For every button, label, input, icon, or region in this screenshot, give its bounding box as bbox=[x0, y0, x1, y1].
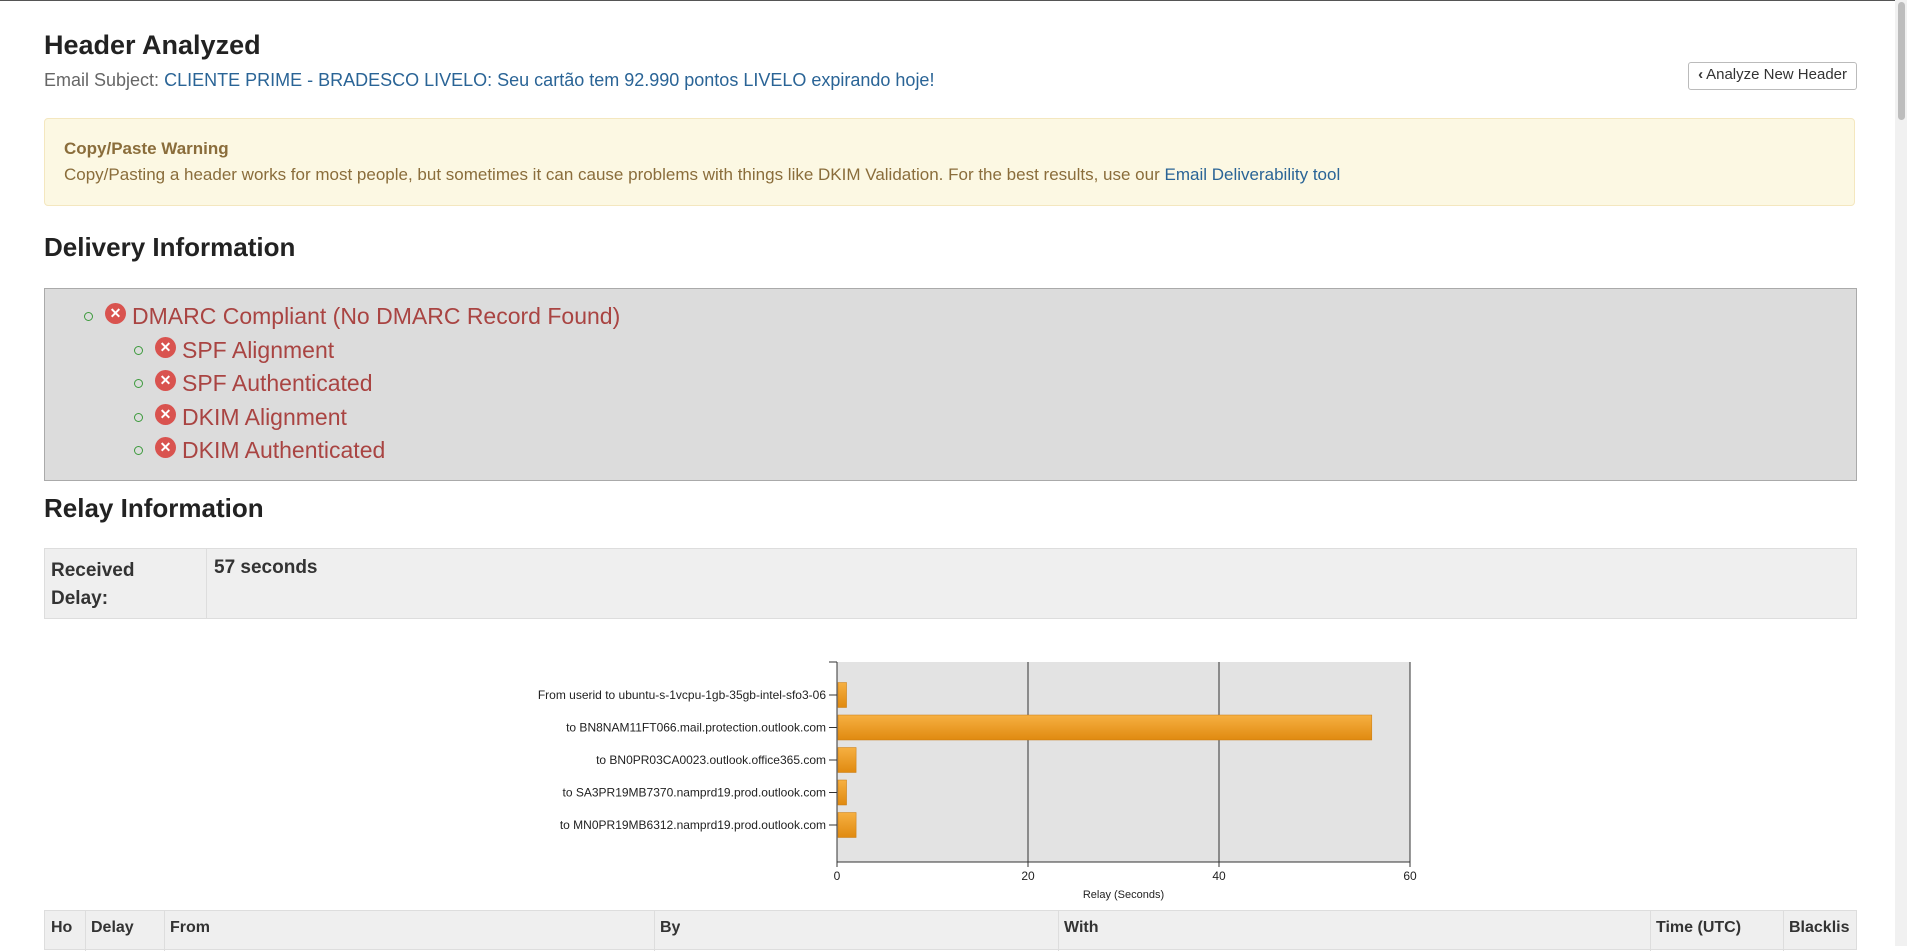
column-header-delay[interactable]: Delay bbox=[91, 919, 134, 937]
analyze-new-header-button[interactable]: ‹ Analyze New Header bbox=[1688, 62, 1857, 90]
email-subject-value: CLIENTE PRIME - BRADESCO LIVELO: Seu car… bbox=[164, 70, 935, 90]
spf-alignment-item: ✕ SPF Alignment bbox=[134, 337, 334, 364]
x-circle-icon: ✕ bbox=[105, 303, 126, 324]
list-bullet bbox=[134, 346, 143, 355]
list-bullet bbox=[134, 446, 143, 455]
dkim-alignment-label: DKIM Alignment bbox=[182, 404, 347, 430]
chart-bar bbox=[837, 747, 857, 773]
y-category-label: to SA3PR19MB7370.namprd19.prod.outlook.c… bbox=[563, 786, 827, 800]
x-tick-label: 60 bbox=[1403, 869, 1417, 883]
column-divider bbox=[85, 911, 86, 951]
list-bullet bbox=[84, 312, 93, 321]
warning-text: Copy/Pasting a header works for most peo… bbox=[64, 165, 1835, 185]
x-circle-icon: ✕ bbox=[155, 404, 176, 425]
list-bullet bbox=[134, 413, 143, 422]
chart-bar bbox=[837, 779, 847, 806]
dkim-authenticated-item: ✕ DKIM Authenticated bbox=[134, 437, 385, 464]
received-delay-table: Received Delay: 57 seconds bbox=[44, 548, 1857, 619]
column-header-from[interactable]: From bbox=[170, 919, 210, 937]
dkim-authenticated-label: DKIM Authenticated bbox=[182, 437, 386, 463]
x-circle-icon: ✕ bbox=[155, 337, 176, 358]
x-tick-label: 40 bbox=[1212, 869, 1226, 883]
column-divider bbox=[164, 911, 165, 951]
dkim-alignment-item: ✕ DKIM Alignment bbox=[134, 404, 347, 431]
hop-table-header: Ho Delay From By With Time (UTC) Blackli… bbox=[44, 910, 1857, 951]
warning-title: Copy/Paste Warning bbox=[64, 139, 229, 158]
delivery-information-panel: ✕ DMARC Compliant (No DMARC Record Found… bbox=[44, 288, 1857, 481]
chevron-left-icon: ‹ bbox=[1698, 66, 1704, 83]
dmarc-compliant-item: ✕ DMARC Compliant (No DMARC Record Found… bbox=[84, 303, 620, 330]
scrollbar-thumb[interactable] bbox=[1898, 2, 1905, 120]
analyze-new-header-label: Analyze New Header bbox=[1706, 66, 1847, 83]
column-header-with[interactable]: With bbox=[1064, 919, 1099, 937]
warning-message: Copy/Pasting a header works for most peo… bbox=[64, 165, 1160, 184]
column-divider bbox=[1650, 911, 1651, 951]
column-header-by[interactable]: By bbox=[660, 919, 680, 937]
chart-plot-area bbox=[837, 662, 1410, 862]
column-header-blacklist[interactable]: Blacklis bbox=[1789, 919, 1853, 937]
relay-information-heading: Relay Information bbox=[44, 493, 264, 523]
email-subject-label: Email Subject: bbox=[44, 70, 160, 90]
y-category-label: From userid to ubuntu-s-1vcpu-1gb-35gb-i… bbox=[538, 688, 826, 702]
y-category-label: to BN8NAM11FT066.mail.protection.outlook… bbox=[566, 721, 826, 735]
chart-bar bbox=[837, 682, 847, 708]
x-tick-label: 0 bbox=[834, 869, 841, 883]
chart-bar bbox=[837, 714, 1373, 741]
copy-paste-warning: Copy/Paste Warning Copy/Pasting a header… bbox=[44, 118, 1855, 206]
received-delay-value: 57 seconds bbox=[214, 557, 318, 578]
email-subject: Email Subject: CLIENTE PRIME - BRADESCO … bbox=[44, 70, 934, 91]
page-title: Header Analyzed bbox=[44, 30, 261, 60]
y-category-label: to MN0PR19MB6312.namprd19.prod.outlook.c… bbox=[560, 818, 826, 832]
vertical-scrollbar[interactable] bbox=[1895, 0, 1907, 946]
delivery-information-heading: Delivery Information bbox=[44, 232, 296, 262]
spf-alignment-label: SPF Alignment bbox=[182, 337, 335, 363]
x-axis-label: Relay (Seconds) bbox=[1083, 889, 1164, 901]
column-header-time[interactable]: Time (UTC) bbox=[1656, 919, 1741, 937]
spf-authenticated-label: SPF Authenticated bbox=[182, 370, 373, 396]
x-circle-icon: ✕ bbox=[155, 370, 176, 391]
received-delay-label: Received Delay: bbox=[51, 560, 135, 609]
column-header-hop[interactable]: Ho bbox=[51, 919, 83, 937]
y-category-label: to BN0PR03CA0023.outlook.office365.com bbox=[596, 753, 826, 767]
spf-authenticated-item: ✕ SPF Authenticated bbox=[134, 370, 373, 397]
table-divider bbox=[206, 549, 207, 618]
x-tick-label: 20 bbox=[1021, 869, 1035, 883]
list-bullet bbox=[134, 379, 143, 388]
relay-delay-chart: 0 20 40 60 From userid to ubuntu-s-1vcpu-1gb… bbox=[538, 661, 1417, 901]
window-top-border bbox=[0, 0, 1907, 1]
chart-bar bbox=[837, 812, 857, 838]
column-divider bbox=[1783, 911, 1784, 951]
dmarc-status-label: DMARC Compliant (No DMARC Record Found) bbox=[132, 303, 621, 329]
x-circle-icon: ✕ bbox=[155, 437, 176, 458]
column-divider bbox=[1058, 911, 1059, 951]
email-deliverability-link[interactable]: Email Deliverability tool bbox=[1165, 165, 1341, 184]
column-divider bbox=[654, 911, 655, 951]
